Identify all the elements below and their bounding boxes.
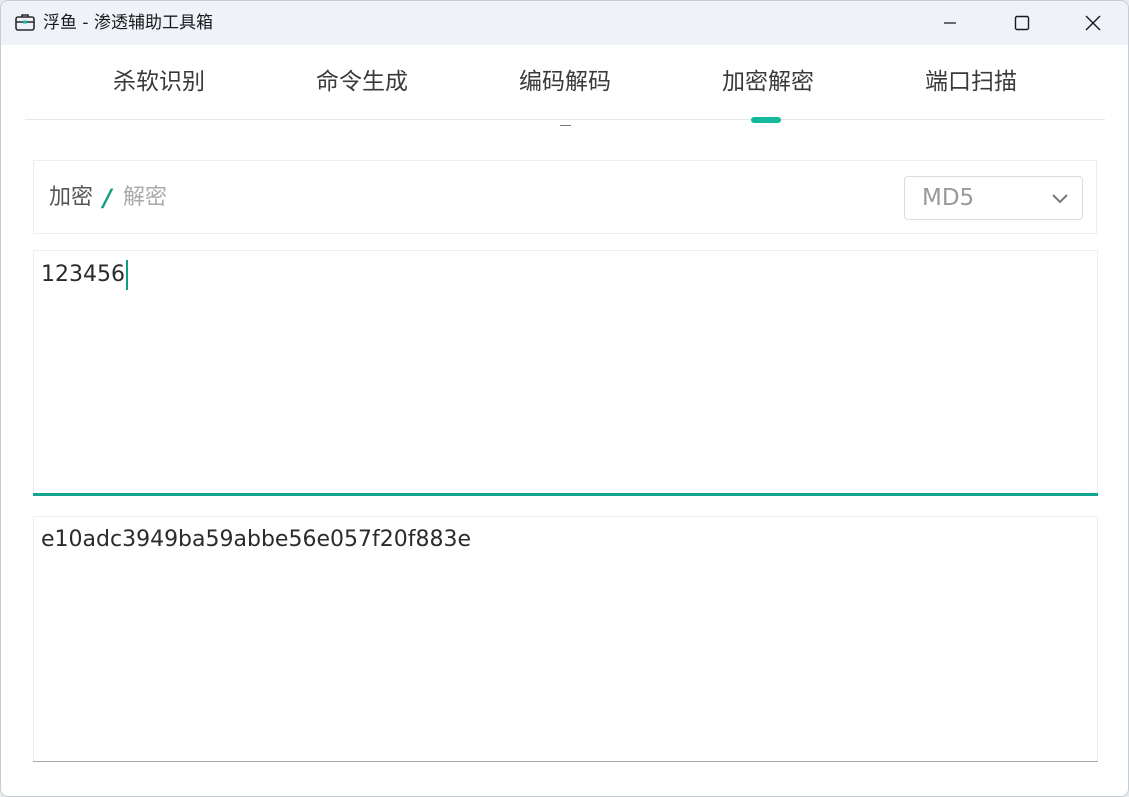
encrypt-mode-toggle[interactable]: 加密 — [49, 183, 93, 213]
mode-bar: 加密 / 解密 MD5 — [33, 160, 1097, 234]
close-icon — [1085, 15, 1101, 31]
tab-scroll-marker — [560, 125, 571, 126]
mode-separator: / — [103, 184, 112, 212]
close-button[interactable] — [1058, 1, 1128, 45]
app-window: 浮鱼 - 渗透辅助工具箱 杀软识别 命令生成 编码解码 加密解密 端口扫描 加密… — [0, 0, 1129, 797]
tab-port-scan[interactable]: 端口扫描 — [917, 65, 1025, 99]
algorithm-selected-value: MD5 — [922, 185, 975, 211]
input-focus-underline — [33, 493, 1098, 496]
result-output-value: e10adc3949ba59abbe56e057f20f883e — [41, 527, 471, 552]
output-underline — [33, 761, 1098, 762]
title-bar: 浮鱼 - 渗透辅助工具箱 — [1, 1, 1128, 45]
window-title: 浮鱼 - 渗透辅助工具箱 — [43, 13, 213, 33]
tab-encode-decode[interactable]: 编码解码 — [511, 65, 619, 99]
result-output[interactable]: e10adc3949ba59abbe56e057f20f883e — [33, 516, 1098, 761]
minimize-icon — [944, 22, 956, 24]
text-caret — [125, 260, 128, 290]
tab-command-generate[interactable]: 命令生成 — [308, 65, 416, 99]
minimize-button[interactable] — [915, 1, 985, 45]
toolbox-icon — [15, 14, 35, 31]
plaintext-input-value: 123456 — [41, 262, 125, 287]
plaintext-input[interactable]: 123456 — [33, 250, 1098, 494]
tab-divider — [25, 119, 1105, 120]
algorithm-select[interactable]: MD5 — [904, 176, 1083, 220]
maximize-icon — [1014, 15, 1030, 31]
maximize-button[interactable] — [987, 1, 1057, 45]
decrypt-mode-toggle[interactable]: 解密 — [123, 183, 167, 213]
plaintext-input-value-wrap: 123456 — [41, 260, 128, 290]
tab-antivirus-detect[interactable]: 杀软识别 — [105, 65, 213, 99]
active-tab-indicator — [751, 117, 781, 123]
tab-encrypt-decrypt[interactable]: 加密解密 — [714, 65, 822, 99]
chevron-down-icon — [1052, 194, 1068, 204]
